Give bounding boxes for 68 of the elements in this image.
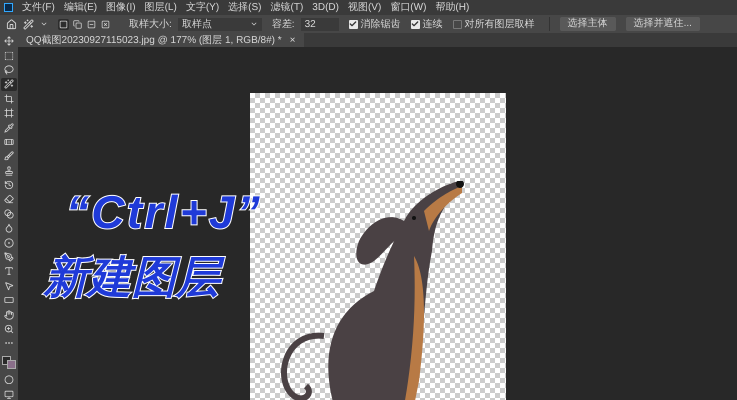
caret-icon <box>250 20 258 28</box>
menu-item[interactable]: 帮助(H) <box>435 2 470 12</box>
droplet-icon <box>4 223 14 234</box>
option-button[interactable]: 选择并遮住... <box>626 17 700 31</box>
eyedropper-icon <box>4 122 14 133</box>
menu-item[interactable]: 滤镜(T) <box>270 2 304 12</box>
menu-item[interactable]: 图层(L) <box>144 2 177 12</box>
screen-mode-icon[interactable] <box>4 390 14 400</box>
gradient-icon <box>4 208 14 219</box>
dodge-icon <box>4 238 14 248</box>
check-icon <box>349 20 358 28</box>
menu-item[interactable]: 文件(F) <box>22 2 55 12</box>
brush-icon <box>4 151 14 162</box>
pointer-icon <box>4 280 14 291</box>
color-swatches-icon[interactable] <box>2 356 16 369</box>
type-icon <box>4 266 14 276</box>
lasso-icon <box>4 64 14 75</box>
selection-mode-button[interactable] <box>58 18 69 30</box>
menu-item[interactable]: 视图(V) <box>348 2 382 12</box>
quick-mask-icon[interactable] <box>4 374 14 384</box>
menu-item[interactable]: 3D(D) <box>312 2 339 12</box>
document-tab[interactable]: QQ截图20230927115023.jpg @ 177% (图层 1, RGB/8#) * × <box>18 33 304 47</box>
caret-icon[interactable] <box>40 20 48 28</box>
checkbox[interactable] <box>452 20 462 28</box>
magic-wand-icon <box>4 79 14 90</box>
menu-item[interactable]: 文字(Y) <box>186 2 220 12</box>
selection-mode-button[interactable] <box>86 18 97 30</box>
bandage-icon <box>4 136 14 147</box>
move-icon <box>4 36 14 46</box>
checkbox-label: 连续 <box>422 18 443 32</box>
home-icon[interactable] <box>6 18 17 30</box>
new-selection-icon <box>59 20 68 28</box>
rectangle-icon <box>4 295 14 306</box>
sample-size-label: 取样大小: <box>129 18 172 32</box>
hand-icon <box>4 310 14 320</box>
menu-item[interactable]: 图像(I) <box>106 2 136 12</box>
frame-icon <box>4 108 14 118</box>
option-button[interactable]: 选择主体 <box>560 17 616 31</box>
magic-wand-icon[interactable] <box>23 18 34 30</box>
pen-icon <box>4 252 14 262</box>
menu-item[interactable]: 窗口(W) <box>390 2 426 12</box>
menu-item[interactable]: 选择(S) <box>228 2 262 12</box>
document-title: QQ截图20230927115023.jpg @ 177% (图层 1, RGB/8#) * <box>26 34 282 48</box>
checkbox[interactable] <box>348 20 358 28</box>
stamp-icon <box>4 166 14 176</box>
history-icon <box>4 180 14 190</box>
intersect-selection-icon <box>101 20 110 28</box>
menu-item[interactable]: 编辑(E) <box>64 2 98 12</box>
checkbox-label: 对所有图层取样 <box>464 18 535 32</box>
zoom-icon <box>4 324 14 334</box>
sample-size-select[interactable]: 取样点 <box>178 18 262 30</box>
app-logo-icon <box>4 3 13 12</box>
close-button[interactable]: × <box>290 32 296 48</box>
add-selection-icon <box>73 20 82 28</box>
eraser-icon <box>4 194 14 204</box>
crop-icon <box>4 94 14 104</box>
tolerance-field[interactable]: 32 <box>300 18 339 30</box>
selection-mode-button[interactable] <box>72 18 83 30</box>
action-caption: 新建图层 <box>44 249 232 306</box>
check-icon <box>411 20 420 28</box>
subtract-selection-icon <box>87 20 96 28</box>
tolerance-label: 容差: <box>272 18 295 32</box>
marquee-icon <box>4 50 14 61</box>
sample-size-value: 取样点 <box>182 18 212 32</box>
checkbox-label: 消除锯齿 <box>360 18 401 32</box>
selection-mode-button[interactable] <box>100 18 111 30</box>
tool-button[interactable] <box>1 78 17 91</box>
checkbox[interactable] <box>410 20 420 28</box>
